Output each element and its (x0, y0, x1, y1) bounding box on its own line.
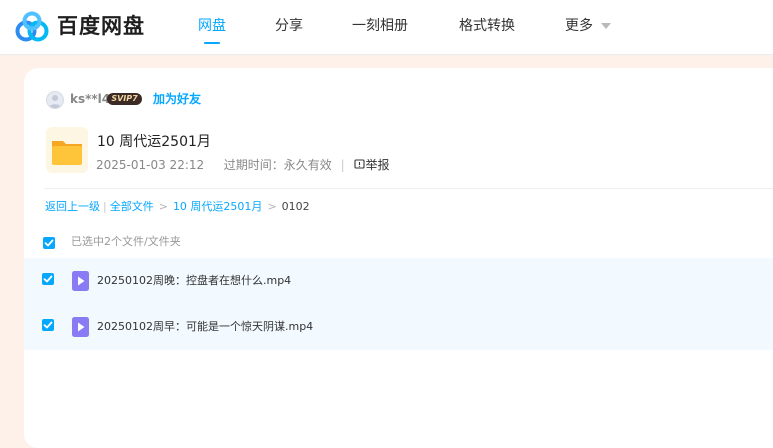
nav-format-convert-label: 格式转换 (459, 18, 515, 34)
breadcrumb-divider: | (103, 200, 107, 213)
nav-share[interactable]: 分享 (275, 0, 303, 54)
file-name[interactable]: 20250102周晚：控盘者在想什么.mp4 (97, 273, 291, 289)
breadcrumb-chevron-icon: > (267, 200, 277, 213)
nav-more[interactable]: 更多 (565, 0, 611, 54)
breadcrumb-chevron-icon: > (158, 200, 168, 213)
nav-share-label: 分享 (275, 18, 303, 34)
video-file-icon (72, 271, 89, 291)
meta-separator: | (340, 158, 345, 172)
brand-name[interactable]: 百度网盘 (57, 11, 145, 41)
file-name[interactable]: 20250102周早：可能是一个惊天阴谋.mp4 (97, 319, 313, 335)
nav-active-indicator (204, 42, 220, 44)
breadcrumb-back[interactable]: 返回上一级 (45, 200, 100, 213)
nav-moment-album[interactable]: 一刻相册 (352, 0, 408, 54)
folder-meta: 2025-01-03 22:12 过期时间：永久有效 | 举报 (96, 156, 390, 174)
file-checkbox[interactable] (42, 273, 54, 285)
nav-format-convert[interactable]: 格式转换 (459, 0, 515, 54)
expiry-text: 过期时间：永久有效 (223, 158, 332, 172)
sharer-name[interactable]: ks**l4 (70, 90, 110, 108)
report-label: 举报 (365, 158, 390, 172)
report-button[interactable]: 举报 (353, 158, 390, 172)
checkbox-checked-icon (44, 239, 54, 247)
file-row[interactable]: 20250102周晚：控盘者在想什么.mp4 (24, 258, 773, 304)
folder-thumbnail (46, 127, 88, 173)
nav-netdisk-label: 网盘 (198, 18, 226, 34)
nav-more-label: 更多 (565, 18, 593, 34)
nav-moment-album-label: 一刻相册 (352, 18, 408, 34)
checkbox-checked-icon (43, 275, 53, 283)
selection-summary: 已选中2个文件/文件夹 (71, 235, 181, 248)
caret-down-icon (601, 23, 611, 29)
baidu-netdisk-logo-icon[interactable] (14, 11, 50, 43)
top-bar: 百度网盘 网盘 分享 一刻相册 格式转换 更多 (0, 0, 773, 55)
video-file-icon (72, 317, 89, 337)
folder-icon (52, 141, 82, 165)
share-date: 2025-01-03 22:12 (96, 158, 205, 172)
divider (44, 188, 773, 189)
breadcrumb: 返回上一级 | 全部文件 >10 周代运2501月 >0102 (45, 199, 310, 215)
share-card: ks**l4 SVIP7 加为好友 10 周代运2501月 2025-01-03… (24, 68, 773, 448)
checkbox-checked-icon (43, 321, 53, 329)
svip-badge: SVIP7 (107, 93, 142, 105)
select-all-checkbox[interactable] (43, 237, 55, 249)
avatar[interactable] (46, 91, 64, 109)
file-checkbox[interactable] (42, 319, 54, 331)
nav-netdisk[interactable]: 网盘 (198, 0, 226, 54)
add-friend-button[interactable]: 加为好友 (153, 90, 201, 108)
breadcrumb-current: 0102 (281, 200, 310, 213)
user-avatar-icon (49, 95, 61, 108)
folder-title: 10 周代运2501月 (97, 134, 211, 150)
breadcrumb-parent[interactable]: 10 周代运2501月 (173, 200, 263, 213)
breadcrumb-all-files[interactable]: 全部文件 (110, 200, 154, 213)
file-row[interactable]: 20250102周早：可能是一个惊天阴谋.mp4 (24, 304, 773, 350)
report-icon (353, 159, 365, 169)
